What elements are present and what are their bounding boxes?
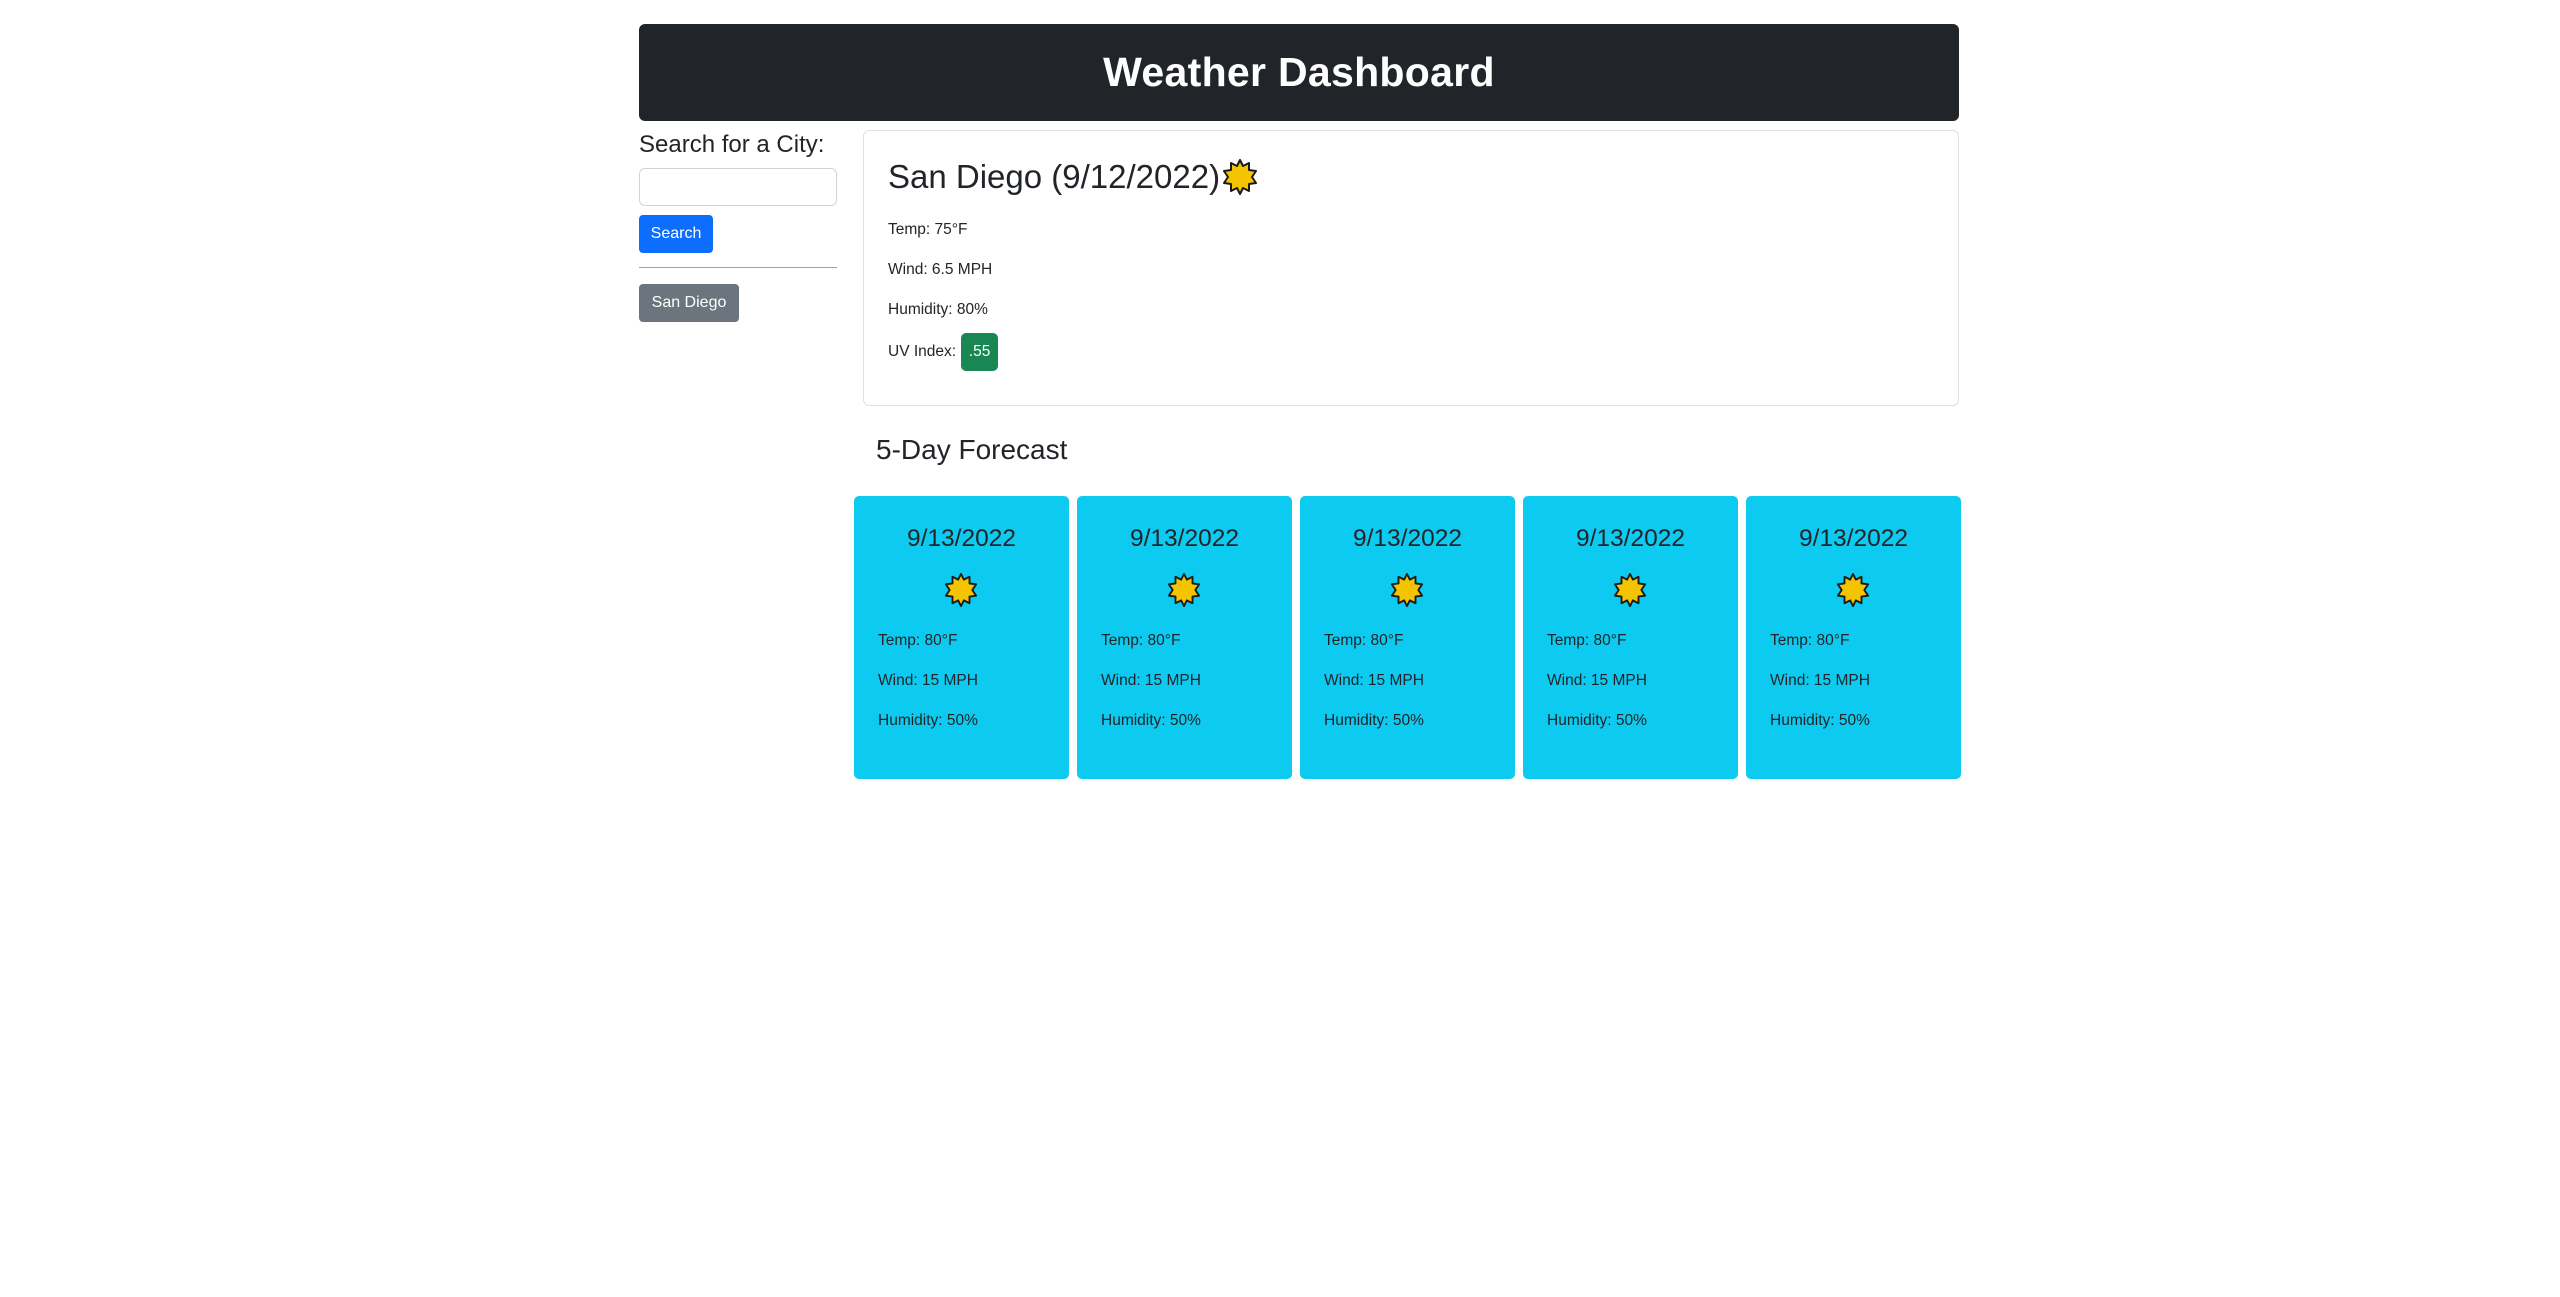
forecast-date: 9/13/2022	[1576, 525, 1685, 552]
current-weather-card: San Diego (9/12/2022) Temp: 75°F Wind: 6…	[863, 130, 1959, 406]
page-container: Weather Dashboard Search for a City: Sea…	[639, 24, 1961, 779]
forecast-card: 9/13/2022 Temp: 80°F Wind: 15 MPH Humidi…	[1746, 496, 1961, 779]
current-temp: Temp: 75°F	[888, 221, 968, 238]
header-bar: Weather Dashboard	[639, 24, 1959, 121]
current-humidity: Humidity: 80%	[888, 301, 988, 318]
sun-icon	[1222, 159, 1258, 195]
forecast-wind: Wind: 15 MPH	[1547, 672, 1647, 689]
forecast-humidity: Humidity: 50%	[1324, 712, 1424, 729]
forecast-humidity: Humidity: 50%	[1101, 712, 1201, 729]
forecast-row: 9/13/2022 Temp: 80°F Wind: 15 MPH Humidi…	[854, 496, 1961, 779]
uv-label: UV Index:	[888, 343, 957, 360]
sun-icon	[1836, 573, 1870, 612]
sidebar-divider	[639, 267, 837, 268]
page-title: Weather Dashboard	[1103, 49, 1495, 95]
forecast-humidity: Humidity: 50%	[878, 712, 978, 729]
forecast-card: 9/13/2022 Temp: 80°F Wind: 15 MPH Humidi…	[1523, 496, 1738, 779]
forecast-date: 9/13/2022	[1130, 525, 1239, 552]
forecast-humidity: Humidity: 50%	[1770, 712, 1870, 729]
forecast-wind: Wind: 15 MPH	[878, 672, 978, 689]
city-search-input[interactable]	[639, 168, 837, 206]
forecast-temp: Temp: 80°F	[878, 632, 958, 649]
sun-icon	[944, 573, 978, 612]
forecast-wind: Wind: 15 MPH	[1770, 672, 1870, 689]
forecast-date: 9/13/2022	[1353, 525, 1462, 552]
sun-icon	[1613, 573, 1647, 612]
sun-icon	[1167, 573, 1201, 612]
sun-icon	[1390, 573, 1424, 612]
forecast-wind: Wind: 15 MPH	[1101, 672, 1201, 689]
search-label: Search for a City:	[639, 131, 825, 158]
search-button[interactable]: Search	[639, 215, 713, 253]
forecast-temp: Temp: 80°F	[1324, 632, 1404, 649]
forecast-wind: Wind: 15 MPH	[1324, 672, 1424, 689]
forecast-card: 9/13/2022 Temp: 80°F Wind: 15 MPH Humidi…	[854, 496, 1069, 779]
forecast-temp: Temp: 80°F	[1547, 632, 1627, 649]
forecast-card: 9/13/2022 Temp: 80°F Wind: 15 MPH Humidi…	[1077, 496, 1292, 779]
forecast-temp: Temp: 80°F	[1101, 632, 1181, 649]
forecast-humidity: Humidity: 50%	[1547, 712, 1647, 729]
forecast-date: 9/13/2022	[1799, 525, 1908, 552]
search-sidebar: Search for a City: Search San Diego	[639, 130, 837, 322]
current-weather-heading: San Diego (9/12/2022)	[888, 157, 1934, 197]
current-uv: UV Index: .55	[888, 333, 999, 371]
forecast-card: 9/13/2022 Temp: 80°F Wind: 15 MPH Humidi…	[1300, 496, 1515, 779]
uv-badge: .55	[961, 333, 999, 371]
history-button-san-diego[interactable]: San Diego	[639, 284, 739, 322]
forecast-temp: Temp: 80°F	[1770, 632, 1850, 649]
current-wind: Wind: 6.5 MPH	[888, 261, 993, 278]
forecast-date: 9/13/2022	[907, 525, 1016, 552]
forecast-title: 5-Day Forecast	[876, 434, 1068, 465]
current-city-date: San Diego (9/12/2022)	[888, 158, 1221, 195]
